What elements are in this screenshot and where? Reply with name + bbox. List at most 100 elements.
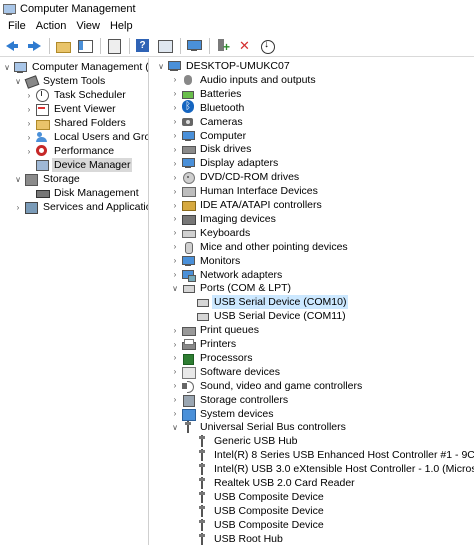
tree-item-mice-and-other-pointing-devices[interactable]: › Mice and other pointing devices (170, 240, 350, 254)
chevron-down-icon[interactable]: ∨ (2, 60, 12, 74)
chevron-down-icon[interactable]: ∨ (170, 281, 180, 295)
tree-item-usb-composite-device[interactable]: USB Composite Device (184, 518, 326, 532)
tree-item-usb-serial-device-com10[interactable]: USB Serial Device (COM10) (184, 295, 349, 310)
chevron-right-icon[interactable]: › (170, 254, 180, 268)
chevron-right-icon[interactable]: › (170, 379, 180, 393)
chevron-right-icon[interactable]: › (170, 129, 180, 143)
chevron-right-icon[interactable]: › (170, 101, 180, 115)
properties-icon[interactable] (156, 37, 174, 55)
chevron-right-icon[interactable]: › (170, 184, 180, 198)
tree-item-network-adapters[interactable]: › Network adapters (170, 268, 284, 282)
tree-item-usb-root-hub[interactable]: USB Root Hub (184, 532, 285, 545)
tree-item-cameras[interactable]: › Cameras (170, 115, 245, 129)
uninstall-icon[interactable] (236, 37, 254, 55)
chevron-down-icon[interactable]: ∨ (170, 420, 180, 434)
tree-item-task-scheduler[interactable]: › Task Scheduler (24, 88, 128, 102)
tree-item-usb-composite-device[interactable]: USB Composite Device (184, 490, 326, 504)
chevron-right-icon[interactable]: › (170, 115, 180, 129)
tree-item-audio-inputs-and-outputs[interactable]: › Audio inputs and outputs (170, 73, 318, 87)
menu-action[interactable]: Action (31, 18, 72, 35)
chevron-right-icon[interactable]: › (170, 351, 180, 365)
tree-item-monitors[interactable]: › Monitors (170, 254, 242, 268)
tree-item-intel-r-usb-3-0-extensible-host-controller-1-0-microsoft[interactable]: Intel(R) USB 3.0 eXtensible Host Control… (184, 462, 474, 476)
navigation-tree: ∨ Computer Management (Local ∨ System Tools… (0, 58, 149, 545)
tree-item-generic-usb-hub[interactable]: Generic USB Hub (184, 434, 299, 448)
chevron-right-icon[interactable]: › (170, 87, 180, 101)
tree-item-keyboards[interactable]: › Keyboards (170, 226, 252, 240)
tree-item-system-devices[interactable]: › System devices (170, 407, 276, 421)
add-driver-icon[interactable] (214, 37, 232, 55)
tree-item-processors[interactable]: › Processors (170, 351, 255, 365)
tree-item-storage[interactable]: ∨ Storage (13, 172, 82, 186)
tree-item-intel-r-8-series-usb-enhanced-host-controller-1-9c26[interactable]: Intel(R) 8 Series USB Enhanced Host Cont… (184, 448, 474, 462)
chevron-right-icon[interactable]: › (24, 144, 34, 158)
menu-help[interactable]: Help (105, 18, 138, 35)
chevron-right-icon[interactable]: › (170, 393, 180, 407)
window-title: Computer Management (20, 3, 136, 15)
tree-item-software-devices[interactable]: › Software devices (170, 365, 282, 379)
menu-file[interactable]: File (3, 18, 31, 35)
tree-item-storage-controllers[interactable]: › Storage controllers (170, 393, 290, 407)
chevron-right-icon[interactable]: › (170, 170, 180, 184)
tree-item-disk-management[interactable]: Disk Management (24, 186, 141, 200)
menu-view[interactable]: View (71, 18, 105, 35)
tree-item-device-manager[interactable]: Device Manager (24, 158, 133, 172)
tree-item-ports-com-lpt[interactable]: ∨ Ports (COM & LPT) (170, 281, 293, 295)
tree-item-computer[interactable]: › Computer (170, 129, 248, 143)
tree-item-usb-serial-device-com11[interactable]: USB Serial Device (COM11) (184, 309, 348, 323)
chevron-right-icon[interactable]: › (170, 142, 180, 156)
tree-item-computer-management-local[interactable]: ∨ Computer Management (Local (2, 60, 148, 74)
chevron-right-icon[interactable]: › (170, 365, 180, 379)
export-list-icon[interactable] (105, 37, 123, 55)
chevron-right-icon[interactable]: › (170, 240, 180, 254)
sys-icon (181, 408, 196, 421)
tree-item-event-viewer[interactable]: › Event Viewer (24, 102, 118, 116)
tree-item-local-users-and-groups[interactable]: › Local Users and Groups (24, 130, 148, 144)
scan-hardware-icon[interactable] (185, 37, 203, 55)
tree-item-display-adapters[interactable]: › Display adapters (170, 156, 280, 170)
tree-item-performance[interactable]: › Performance (24, 144, 116, 158)
chevron-down-icon[interactable]: ∨ (156, 59, 166, 73)
chevron-right-icon[interactable]: › (24, 102, 34, 116)
tree-item-services-and-applications[interactable]: › Services and Applications (13, 200, 148, 214)
chevron-down-icon[interactable]: ∨ (13, 74, 23, 88)
tree-item-sound-video-and-game-controllers[interactable]: › Sound, video and game controllers (170, 379, 364, 393)
tree-item-dvd-cd-rom-drives[interactable]: › DVD/CD-ROM drives (170, 170, 301, 185)
tree-item-ide-ata-atapi-controllers[interactable]: › IDE ATA/ATAPI controllers (170, 198, 324, 212)
chevron-right-icon[interactable]: › (170, 323, 180, 337)
chevron-right-icon[interactable]: › (170, 226, 180, 240)
tree-item-realtek-usb-2-0-card-reader[interactable]: Realtek USB 2.0 Card Reader (184, 476, 357, 490)
chevron-right-icon[interactable]: › (170, 156, 180, 170)
chevron-right-icon[interactable]: › (24, 88, 34, 102)
up-folder-icon[interactable] (54, 37, 72, 55)
chevron-right-icon[interactable]: › (24, 116, 34, 130)
tree-item-shared-folders[interactable]: › Shared Folders (24, 116, 128, 130)
back-arrow-icon[interactable] (3, 37, 21, 55)
chevron-right-icon[interactable]: › (170, 268, 180, 282)
tree-item-human-interface-devices[interactable]: › Human Interface Devices (170, 184, 320, 198)
tree-item-desktop-umukc07[interactable]: ∨ DESKTOP-UMUKC07 (156, 59, 292, 73)
tree-item-universal-serial-bus-controllers[interactable]: ∨ Universal Serial Bus controllers (170, 420, 348, 434)
chevron-right-icon[interactable]: › (170, 407, 180, 421)
show-hide-tree-icon[interactable] (76, 37, 94, 55)
chevron-right-icon[interactable]: › (170, 198, 180, 212)
tree-item-batteries[interactable]: › Batteries (170, 87, 243, 101)
help-icon[interactable] (134, 37, 152, 55)
chevron-right-icon[interactable]: › (13, 200, 23, 214)
forward-arrow-icon[interactable] (25, 37, 43, 55)
tree-item-usb-composite-device[interactable]: USB Composite Device (184, 504, 326, 518)
chevron-right-icon[interactable]: › (24, 130, 34, 144)
tree-item-disk-drives[interactable]: › Disk drives (170, 142, 253, 156)
chevron-right-icon[interactable]: › (170, 73, 180, 87)
tools-icon (24, 75, 38, 87)
chevron-down-icon[interactable]: ∨ (13, 172, 23, 186)
update-driver-icon[interactable] (258, 37, 276, 55)
tree-item-bluetooth[interactable]: › Bluetooth (170, 99, 246, 115)
tree-item-imaging-devices[interactable]: › Imaging devices (170, 212, 278, 226)
tree-item-label: Display adapters (200, 157, 279, 170)
tree-item-print-queues[interactable]: › Print queues (170, 323, 261, 337)
tree-item-printers[interactable]: › Printers (170, 337, 238, 351)
tree-item-system-tools[interactable]: ∨ System Tools (13, 74, 107, 88)
chevron-right-icon[interactable]: › (170, 337, 180, 351)
chevron-right-icon[interactable]: › (170, 212, 180, 226)
